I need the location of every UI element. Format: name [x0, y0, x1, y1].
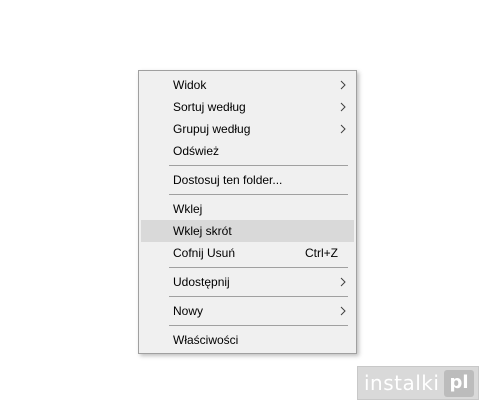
menu-item-wklej-skrot[interactable]: Wklej skrót [141, 220, 354, 242]
menu-item-label: Właściwości [173, 333, 239, 347]
menu-item-wklej[interactable]: Wklej [141, 198, 354, 220]
context-menu: Widok Sortuj według Grupuj według Odświe… [138, 70, 357, 354]
menu-separator [169, 267, 348, 268]
chevron-right-icon [340, 124, 346, 134]
menu-separator [169, 296, 348, 297]
chevron-right-icon [340, 80, 346, 90]
menu-item-label: Wklej [173, 202, 203, 216]
chevron-right-icon [340, 102, 346, 112]
chevron-right-icon [340, 306, 346, 316]
menu-item-udostepnij[interactable]: Udostępnij [141, 271, 354, 293]
menu-separator [169, 165, 348, 166]
menu-separator [169, 325, 348, 326]
menu-item-nowy[interactable]: Nowy [141, 300, 354, 322]
menu-item-label: Udostępnij [173, 275, 230, 289]
menu-separator [169, 194, 348, 195]
menu-item-label: Cofnij Usuń [173, 246, 236, 260]
watermark-logo: instalki pl [357, 366, 479, 400]
menu-item-sortuj-wedlug[interactable]: Sortuj według [141, 96, 354, 118]
menu-item-widok[interactable]: Widok [141, 74, 354, 96]
menu-item-label: Wklej skrót [173, 224, 232, 238]
menu-item-cofnij-usun[interactable]: Cofnij Usuń Ctrl+Z [141, 242, 354, 264]
watermark-badge: pl [444, 370, 474, 397]
chevron-right-icon [340, 277, 346, 287]
desktop-background[interactable]: Widok Sortuj według Grupuj według Odświe… [0, 0, 496, 418]
menu-item-grupuj-wedlug[interactable]: Grupuj według [141, 118, 354, 140]
menu-item-odswiez[interactable]: Odśwież [141, 140, 354, 162]
menu-item-shortcut: Ctrl+Z [305, 246, 338, 260]
menu-item-label: Dostosuj ten folder... [173, 173, 283, 187]
watermark-text: instalki [364, 371, 440, 395]
menu-item-dostosuj-ten-folder[interactable]: Dostosuj ten folder... [141, 169, 354, 191]
menu-item-label: Nowy [173, 304, 204, 318]
menu-item-label: Widok [173, 78, 207, 92]
menu-item-label: Odśwież [173, 144, 220, 158]
menu-item-wlasciwosci[interactable]: Właściwości [141, 329, 354, 351]
menu-item-label: Sortuj według [173, 100, 246, 114]
menu-item-label: Grupuj według [173, 122, 251, 136]
